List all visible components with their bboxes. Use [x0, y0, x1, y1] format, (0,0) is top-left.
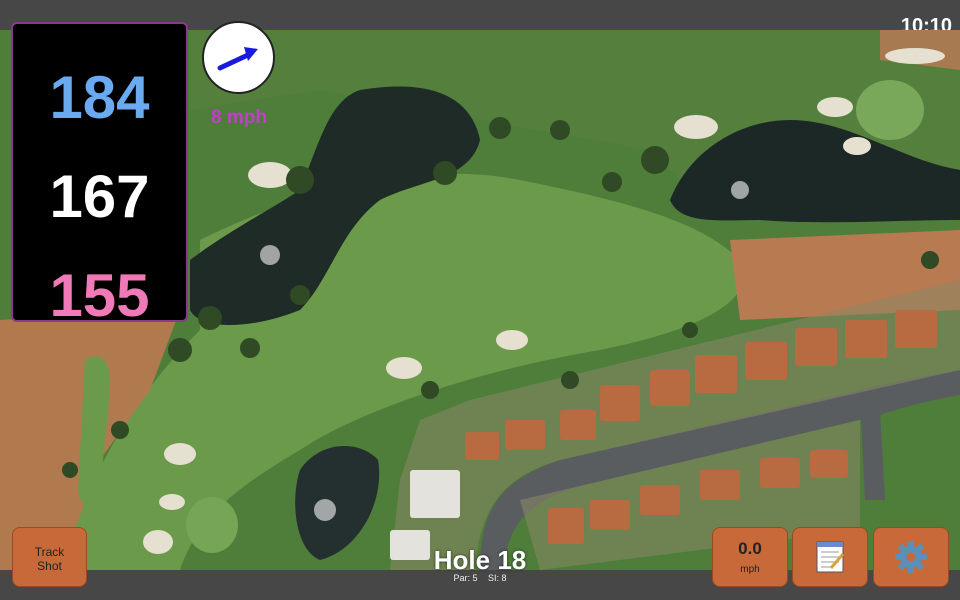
hole-details: Par: 5 SI: 8: [380, 573, 580, 583]
back-distance: 184: [49, 64, 150, 131]
settings-button[interactable]: [873, 527, 949, 587]
hole-info: Hole 18 Par: 5 SI: 8: [380, 546, 580, 583]
wind-speed-button[interactable]: 0.0 mph: [712, 527, 788, 587]
gear-icon: [895, 541, 927, 573]
notepad-icon: [816, 541, 845, 573]
hole-stroke-index: SI: 8: [488, 573, 507, 583]
front-distance: 155: [49, 262, 150, 329]
hole-title: Hole 18: [433, 545, 527, 575]
wind-button-value: 0.0: [738, 539, 762, 558]
hole-par: Par: 5: [453, 573, 478, 583]
track-shot-label-line1: Track: [34, 545, 65, 559]
wind-speed-label: 8 mph: [211, 107, 267, 128]
wind-button-unit: mph: [740, 564, 760, 575]
notes-button[interactable]: [792, 527, 868, 587]
track-shot-button[interactable]: Track Shot: [12, 527, 87, 587]
middle-distance: 167: [49, 163, 150, 230]
wind-direction-indicator: [202, 21, 275, 94]
arrow-right-icon: [217, 47, 258, 71]
distance-panel: 184 167 155: [11, 22, 188, 326]
track-shot-label-line2: Shot: [37, 559, 62, 573]
